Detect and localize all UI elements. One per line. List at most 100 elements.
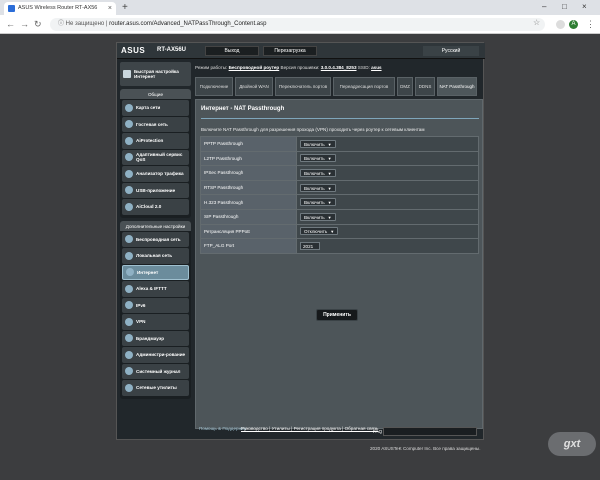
menu-label: AiProtection [136,138,164,144]
quick-setup-label: Быстрая настройка Интернет [134,68,179,80]
menu-label: Карта сети [136,105,161,111]
menu-network-map[interactable]: Карта сети [122,100,189,116]
menu-qos[interactable]: Адаптивный сервис QoS [122,149,189,165]
table-row: L2TP Passthrough Включить ▼ [200,150,479,167]
passthrough-table: PPTP Passthrough Включить ▼ L2TP Passthrou… [200,136,479,254]
menu-ipv6[interactable]: IPv6 [122,297,189,313]
tab-nat-passthrough[interactable]: NAT Passthrough [437,77,477,96]
reload-icon[interactable]: ↻ [34,19,42,29]
ftp-port-input[interactable]: 2021 [300,241,320,250]
footer-links[interactable]: Руководство | Утилиты | Регистрация прод… [241,426,378,431]
maximize-icon[interactable]: □ [562,2,567,11]
ssid-label: SSID: [357,65,370,70]
back-icon[interactable]: ← [6,19,15,29]
cloud-icon [125,202,133,211]
select-value: Включить [304,200,325,206]
menu-usb[interactable]: USB-приложение [122,182,189,198]
apply-button[interactable]: Применить [316,309,358,321]
faq-search-input[interactable] [383,427,477,436]
model-name: RT-AX56U [157,47,187,53]
chevron-down-icon: ▼ [327,170,332,176]
chevron-down-icon: ▼ [327,141,332,147]
menu-firewall[interactable]: Брандмауэр [122,330,189,346]
h323-select[interactable]: Включить ▼ [300,198,336,207]
menu-label: Локальная сеть [136,253,173,259]
table-row: IPSec Passthrough Включить ▼ [200,165,479,181]
select-value: Отключить [304,229,328,235]
menu-administration[interactable]: Администри-рование [122,347,189,363]
lan-icon [125,251,133,260]
tab-dual-wan[interactable]: Двойной WAN [235,77,273,96]
help-support-label[interactable]: Помощь & Поддержка [199,426,246,431]
globe-icon [126,268,134,277]
menu-system-log[interactable]: Системный журнал [122,363,189,379]
firmware-value-link[interactable]: 3.0.0.4.384_8253 [321,65,357,70]
browser-tab[interactable]: ASUS Wireless Router RT-AX56 × [4,2,116,15]
row-label: L2TP Passthrough [200,150,297,167]
profile-avatar[interactable]: A [569,20,578,29]
l2tp-select[interactable]: Включить ▼ [300,154,336,163]
qos-icon [125,153,133,162]
tab-port-trigger[interactable]: Переключатель портов [275,77,331,96]
menu-aiprotection[interactable]: AiProtection [122,133,189,149]
tab-virtual-server[interactable]: Переадресация портов [333,77,395,96]
new-tab-icon[interactable]: + [122,2,128,13]
close-tab-icon[interactable]: × [108,2,112,15]
row-label: H.323 Passthrough [200,194,297,210]
router-footer: Помощь & Поддержка Руководство | Утилиты… [195,425,483,439]
wizard-icon [123,70,131,78]
menu-network-tools[interactable]: Сетевые утилиты [122,380,189,396]
menu-guest-network[interactable]: Гостевая сеть [122,116,189,132]
sip-select[interactable]: Включить ▼ [300,212,336,221]
bookmark-star-icon[interactable]: ☆ [533,18,540,27]
menu-wireless[interactable]: Беспроводная сеть [122,231,189,247]
pppoe-relay-select[interactable]: Отключить ▼ [300,227,339,236]
menu-label: Alexa & IFTTT [136,286,167,292]
tools-icon [125,383,133,392]
menu-label: AiCloud 2.0 [136,204,162,210]
chevron-down-icon: ▼ [327,214,332,220]
reboot-button[interactable]: Перезагрузка [263,46,317,56]
table-row: PPTP Passthrough Включить ▼ [200,136,479,152]
tab-dmz[interactable]: DMZ [397,77,413,96]
row-label: Ретрансляция PPPoE [200,223,297,240]
ssid-value-link[interactable]: asus [371,65,381,70]
menu-icon[interactable]: ⋮ [586,19,595,29]
settings-panel: Интернет - NAT Passthrough Включите NAT … [195,99,483,429]
select-value: Включить [304,156,325,162]
extension-icon[interactable] [556,20,565,29]
tab-ddns[interactable]: DDNS [415,77,435,96]
menu-wan[interactable]: Интернет [122,264,189,280]
menu-label: Брандмауэр [136,335,165,341]
menu-vpn[interactable]: VPN [122,314,189,330]
minimize-icon[interactable]: – [542,2,546,11]
menu-aicloud[interactable]: AiCloud 2.0 [122,199,189,215]
menu-label: USB-приложение [136,187,176,193]
logout-button[interactable]: Выход [205,46,259,56]
faq-label: FAQ [373,429,383,434]
tab-connection[interactable]: Подключение [195,77,233,96]
forward-icon[interactable]: → [20,19,29,29]
rtsp-select[interactable]: Включить ▼ [300,183,336,192]
table-row: SIP Passthrough Включить ▼ [200,208,479,225]
mode-value-link[interactable]: Беспроводной роутер [229,65,280,70]
close-window-icon[interactable]: × [582,2,587,11]
menu-label: Гостевая сеть [136,121,168,127]
menu-label: VPN [136,319,146,325]
router-header: ASUS RT-AX56U Выход Перезагрузка Русский [117,43,485,59]
quick-setup-button[interactable]: Быстрая настройка Интернет [120,62,191,86]
address-bar[interactable]: ⓘ Не защищено | router.asus.com/Advanced… [50,18,545,31]
chevron-down-icon: ▼ [327,185,332,191]
select-value: Включить [304,170,325,176]
pptp-select[interactable]: Включить ▼ [300,139,336,148]
general-header: Общие [120,89,191,99]
url-text: router.asus.com/Advanced_NATPassThrough_… [109,21,267,27]
menu-label: Беспроводная сеть [136,236,181,242]
menu-traffic-analyzer[interactable]: Анализатор трафика [122,166,189,182]
menu-alexa[interactable]: Alexa & IFTTT [122,281,189,297]
usb-icon [125,186,133,195]
language-select[interactable]: Русский [423,46,479,56]
ipsec-select[interactable]: Включить ▼ [300,168,336,177]
menu-lan[interactable]: Локальная сеть [122,248,189,264]
firewall-icon [125,334,133,343]
